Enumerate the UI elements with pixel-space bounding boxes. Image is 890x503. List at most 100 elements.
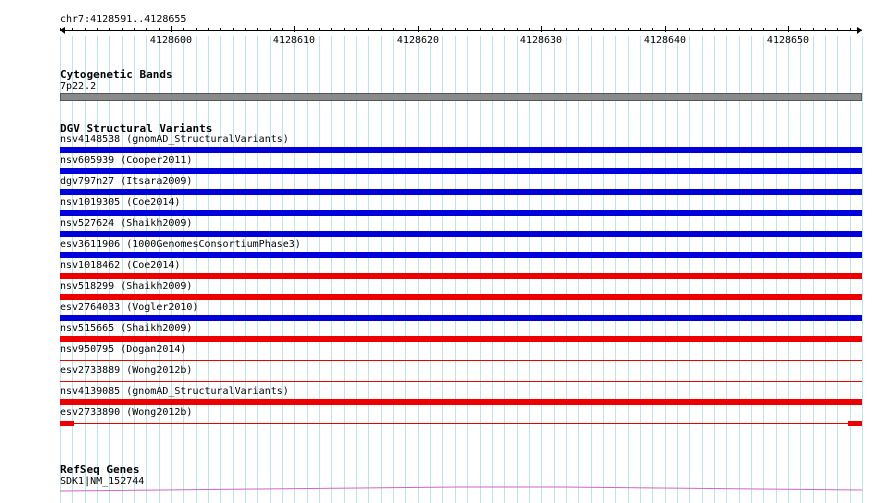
ruler-minor-tick: [529, 28, 530, 31]
dgv-variant-bar[interactable]: [60, 210, 862, 216]
ruler-minor-tick: [492, 28, 493, 31]
ruler-tick-label: 4128640: [643, 35, 687, 46]
ruler-minor-tick: [159, 28, 160, 31]
ruler-minor-tick: [578, 28, 579, 31]
ruler-minor-tick: [517, 28, 518, 31]
dgv-variant-label: esv2733889 (Wong2012b): [60, 365, 193, 376]
ruler-minor-tick: [97, 28, 98, 31]
ruler-minor-tick: [850, 28, 851, 31]
ruler-minor-tick: [331, 28, 332, 31]
dgv-variant-label: nsv518299 (Shaikh2009): [60, 281, 193, 292]
dgv-variant-bar[interactable]: [60, 147, 862, 153]
dgv-variant-bar[interactable]: [60, 189, 862, 195]
ruler-minor-tick: [504, 28, 505, 31]
ruler-tick-label: 4128630: [519, 35, 563, 46]
dgv-variant-bar[interactable]: [60, 399, 862, 405]
ruler-major-tick: [171, 26, 172, 32]
ruler-minor-tick: [245, 28, 246, 31]
ruler-minor-tick: [615, 28, 616, 31]
ruler-tick-label: 4128650: [766, 35, 810, 46]
ruler-minor-tick: [405, 28, 406, 31]
dgv-variant-label: nsv4139085 (gnomAD_StructuralVariants): [60, 386, 289, 397]
ruler-minor-tick: [467, 28, 468, 31]
dgv-variant-label: dgv797n27 (Itsara2009): [60, 176, 193, 187]
ruler-minor-tick: [813, 28, 814, 31]
ruler-minor-tick: [591, 28, 592, 31]
dgv-variant-label: esv3611906 (1000GenomesConsortiumPhase3): [60, 239, 301, 250]
ruler-minor-tick: [183, 28, 184, 31]
dgv-variant-label: esv2764033 (Vogler2010): [60, 302, 199, 313]
ruler-minor-tick: [196, 28, 197, 31]
ruler-tick-label: 4128600: [149, 35, 193, 46]
dgv-variant-label: nsv4148538 (gnomAD_StructuralVariants): [60, 134, 289, 145]
dgv-variant-block[interactable]: [848, 421, 862, 426]
ruler-minor-tick: [356, 28, 357, 31]
ruler-minor-tick: [677, 28, 678, 31]
dgv-variant-bar[interactable]: [60, 252, 862, 258]
ruler-minor-tick: [726, 28, 727, 31]
dgv-variant-label: nsv950795 (Dogan2014): [60, 344, 187, 355]
dgv-variant-bar[interactable]: [60, 381, 862, 382]
ruler-minor-tick: [109, 28, 110, 31]
ruler-minor-tick: [307, 28, 308, 31]
ruler-minor-tick: [85, 28, 86, 31]
ruler-major-tick: [541, 26, 542, 32]
dgv-variant-bar[interactable]: [60, 168, 862, 174]
ruler-minor-tick: [566, 28, 567, 31]
ruler-minor-tick: [763, 28, 764, 31]
ruler-minor-tick: [344, 28, 345, 31]
ruler-axis-line: [60, 30, 862, 31]
dgv-variant-bar[interactable]: [60, 294, 862, 300]
ruler-minor-tick: [837, 28, 838, 31]
ruler-minor-tick: [652, 28, 653, 31]
dgv-variant-bar[interactable]: [60, 231, 862, 237]
dgv-variant-label: nsv1018462 (Coe2014): [60, 260, 181, 271]
cyto-band-label: 7p22.2: [60, 81, 97, 92]
ruler-major-tick: [294, 26, 295, 32]
ruler-minor-tick: [739, 28, 740, 31]
dgv-variant-bar[interactable]: [60, 360, 862, 361]
refseq-gene-line[interactable]: [60, 485, 862, 493]
cyto-track-title: Cytogenetic Bands: [60, 68, 173, 81]
ruler-minor-tick: [270, 28, 271, 31]
ruler-minor-tick: [689, 28, 690, 31]
dgv-variant-bar[interactable]: [60, 423, 862, 424]
ruler-minor-tick: [628, 28, 629, 31]
ruler-minor-tick: [60, 28, 61, 31]
dgv-variant-bar[interactable]: [60, 336, 862, 342]
ruler-minor-tick: [455, 28, 456, 31]
ruler-minor-tick: [257, 28, 258, 31]
ruler-minor-tick: [640, 28, 641, 31]
ruler-minor-tick: [714, 28, 715, 31]
ruler-minor-tick: [122, 28, 123, 31]
ruler-minor-tick: [72, 28, 73, 31]
ruler-minor-tick: [554, 28, 555, 31]
ruler-minor-tick: [381, 28, 382, 31]
ruler-minor-tick: [442, 28, 443, 31]
ruler-minor-tick: [282, 28, 283, 31]
ruler-minor-tick: [393, 28, 394, 31]
ruler-minor-tick: [208, 28, 209, 31]
cyto-band-bar[interactable]: [60, 93, 862, 101]
ruler-minor-tick: [220, 28, 221, 31]
ruler-major-tick: [665, 26, 666, 32]
ruler-major-tick: [418, 26, 419, 32]
ruler-minor-tick: [800, 28, 801, 31]
ruler-minor-tick: [134, 28, 135, 31]
dgv-variant-label: nsv1019305 (Coe2014): [60, 197, 181, 208]
ruler-minor-tick: [751, 28, 752, 31]
dgv-variant-label: nsv527624 (Shaikh2009): [60, 218, 193, 229]
dgv-variant-bar[interactable]: [60, 315, 862, 321]
ruler-minor-tick: [368, 28, 369, 31]
ruler-minor-tick: [319, 28, 320, 31]
ruler-minor-tick: [430, 28, 431, 31]
ruler-minor-tick: [146, 28, 147, 31]
region-label: chr7:4128591..4128655: [60, 14, 187, 25]
ruler-major-tick: [788, 26, 789, 32]
dgv-variant-block[interactable]: [60, 421, 74, 426]
ruler-minor-tick: [603, 28, 604, 31]
dgv-variant-bar[interactable]: [60, 273, 862, 279]
ruler-minor-tick: [702, 28, 703, 31]
ruler-minor-tick: [776, 28, 777, 31]
ruler-minor-tick: [825, 28, 826, 31]
